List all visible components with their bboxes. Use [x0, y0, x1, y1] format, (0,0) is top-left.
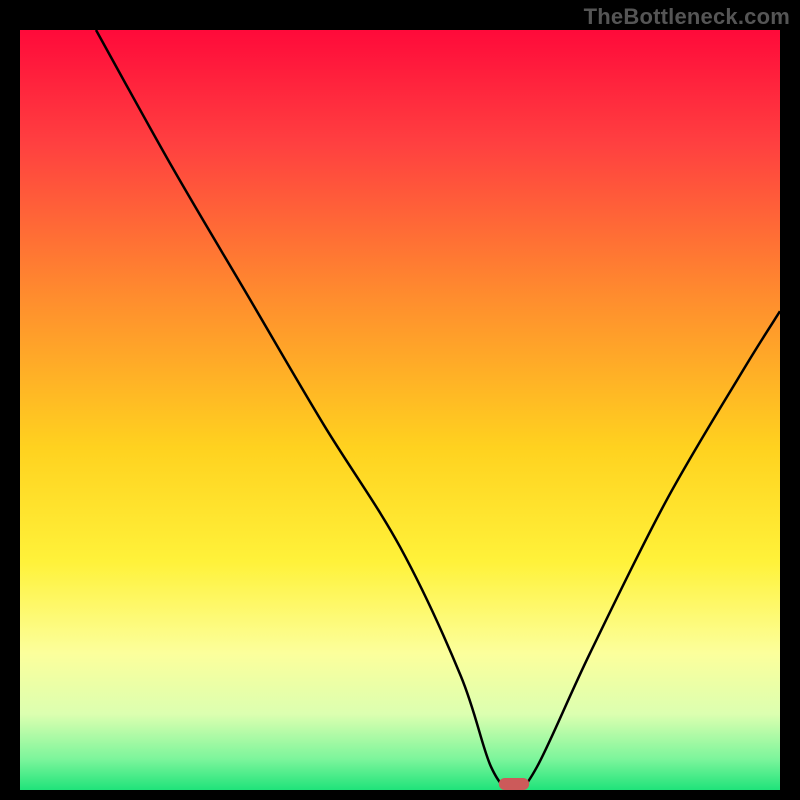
- chart-svg: [20, 30, 780, 790]
- gradient-background: [20, 30, 780, 790]
- optimum-marker: [499, 778, 529, 790]
- watermark-text: TheBottleneck.com: [584, 4, 790, 30]
- plot-area: [20, 30, 780, 790]
- chart-frame: TheBottleneck.com: [0, 0, 800, 800]
